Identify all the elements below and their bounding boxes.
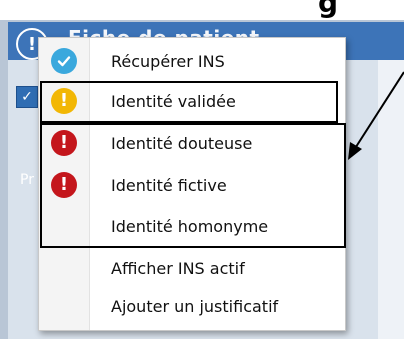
error-exclamation-icon: !	[51, 130, 77, 156]
partial-heading: g	[318, 0, 339, 19]
menu-item-identite-fictive[interactable]: ! Identité fictive	[39, 165, 345, 205]
menu-item-label: Identité fictive	[111, 175, 227, 195]
document-top-strip: g	[0, 0, 404, 20]
menu-item-label: Afficher INS actif	[111, 258, 245, 278]
menu-item-identite-homonyme[interactable]: Identité homonyme	[39, 206, 345, 246]
error-exclamation-icon: !	[51, 172, 77, 198]
checkbox[interactable]: ✓	[16, 86, 38, 108]
menu-item-label: Identité homonyme	[111, 216, 269, 236]
menu-item-label: Identité douteuse	[111, 133, 253, 153]
right-panel-strip	[378, 60, 404, 339]
side-label: Pr	[20, 172, 34, 188]
menu-item-identite-validee[interactable]: ! Identité validée	[39, 81, 345, 121]
menu-item-recuperer-ins[interactable]: Récupérer INS	[39, 41, 345, 81]
menu-item-ajouter-justificatif[interactable]: Ajouter un justificatif	[39, 286, 345, 326]
menu-item-label: Identité validée	[111, 91, 236, 111]
check-badge-icon	[51, 48, 77, 74]
menu-item-afficher-ins-actif[interactable]: Afficher INS actif	[39, 248, 345, 288]
context-menu: Récupérer INS ! Identité validée ! Ident…	[38, 37, 346, 331]
menu-item-label: Récupérer INS	[111, 51, 225, 71]
menu-item-label: Ajouter un justificatif	[111, 296, 279, 316]
menu-item-identite-douteuse[interactable]: ! Identité douteuse	[39, 123, 345, 163]
warning-exclamation-icon: !	[51, 88, 77, 114]
